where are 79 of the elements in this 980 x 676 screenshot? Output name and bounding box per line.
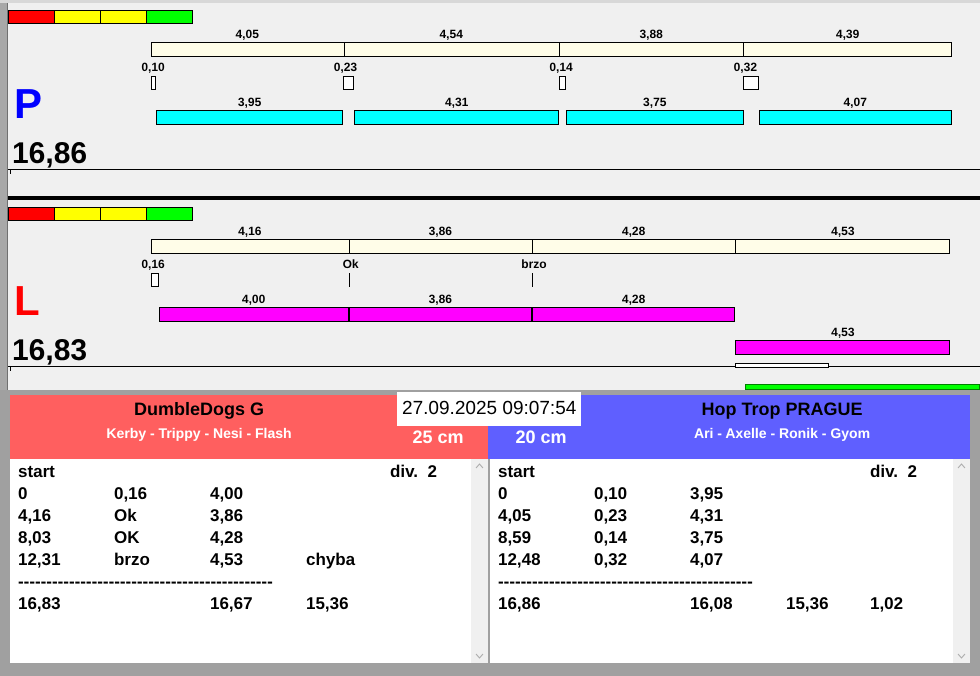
total-cell-text: 16,83 bbox=[18, 593, 62, 615]
result-cell-text: 4,53 bbox=[210, 549, 244, 571]
run-time: 4,31 bbox=[444, 94, 468, 111]
gap-marker bbox=[343, 76, 354, 90]
reference-time: 4,16 bbox=[238, 223, 262, 240]
lane-total: 16,86 bbox=[12, 139, 88, 169]
result-cell-text: 0,23 bbox=[594, 505, 628, 527]
reaction-label: 0,14 bbox=[549, 59, 573, 76]
tick-marker bbox=[532, 273, 533, 287]
gap-marker bbox=[151, 273, 159, 287]
team-name: Hop Trop PRAGUE bbox=[702, 398, 862, 421]
team-members: Ari - Axelle - Ronik - Gyom bbox=[694, 424, 870, 443]
result-cell-text: 4,07 bbox=[690, 549, 724, 571]
lane-letter: P bbox=[14, 83, 42, 125]
division-label: div. 2 bbox=[870, 461, 918, 483]
result-cell-text: 12,31 bbox=[18, 549, 62, 571]
reference-time: 4,54 bbox=[440, 26, 463, 43]
result-cell-text: 4,05 bbox=[498, 505, 532, 527]
result-cell-text: 0,32 bbox=[594, 549, 628, 571]
reference-time: 4,53 bbox=[831, 223, 854, 240]
separator-line: --------------------------------------------- bbox=[498, 571, 753, 593]
lane-total: 16,83 bbox=[12, 336, 88, 366]
team-members: Kerby - Trippy - Nesi - Flash bbox=[106, 424, 292, 443]
result-cell-text: brzo bbox=[114, 549, 151, 571]
result-cell-text: 0,16 bbox=[114, 483, 148, 505]
total-cell-text: 16,67 bbox=[210, 593, 254, 615]
jump-height: 25 cm bbox=[412, 426, 464, 449]
reference-time: 3,88 bbox=[640, 26, 663, 43]
gap-marker bbox=[151, 76, 156, 90]
result-cell-text: 3,86 bbox=[210, 505, 244, 527]
run-time: 4,00 bbox=[242, 291, 266, 308]
reference-time: 3,86 bbox=[428, 223, 452, 240]
result-cell-text: 4,28 bbox=[210, 527, 244, 549]
reaction-label: 0,16 bbox=[141, 256, 165, 273]
start-label: start bbox=[498, 461, 536, 483]
result-cell-text: 3,75 bbox=[690, 527, 724, 549]
date-time: 27.09.2025 09:07:54 bbox=[397, 392, 582, 426]
result-cell-text: 8,03 bbox=[18, 527, 52, 549]
run-time: 4,07 bbox=[844, 94, 867, 111]
result-cell-text: 4,16 bbox=[18, 505, 52, 527]
result-cell-text: chyba bbox=[306, 549, 356, 571]
result-cell-text: Ok bbox=[114, 505, 138, 527]
reference-time: 4,05 bbox=[236, 26, 259, 43]
result-cell-text: 0,10 bbox=[594, 483, 628, 505]
result-cell-text: 4,00 bbox=[210, 483, 244, 505]
result-cell-text: OK bbox=[114, 527, 140, 549]
reaction-label: 0,10 bbox=[141, 59, 165, 76]
result-cell-text: 12,48 bbox=[498, 549, 542, 571]
result-cell-text: 0 bbox=[18, 483, 28, 505]
jump-height: 20 cm bbox=[515, 426, 567, 449]
reaction-label: 0,32 bbox=[734, 59, 757, 76]
total-cell-text: 16,08 bbox=[690, 593, 734, 615]
total-cell-text: 15,36 bbox=[306, 593, 350, 615]
result-cell-text: 0 bbox=[498, 483, 508, 505]
result-cell-text: 4,31 bbox=[690, 505, 724, 527]
reaction-label: 0,23 bbox=[334, 59, 358, 76]
result-cell-text: 0,14 bbox=[594, 527, 628, 549]
start-label: start bbox=[18, 461, 56, 483]
result-cell-text: 8,59 bbox=[498, 527, 532, 549]
run-time: 3,95 bbox=[238, 94, 262, 111]
reference-time: 4,28 bbox=[622, 223, 646, 240]
run-time: 3,75 bbox=[643, 94, 666, 111]
total-cell-text: 1,02 bbox=[870, 593, 904, 615]
lane-letter: L bbox=[14, 280, 40, 322]
result-cell-text: 3,95 bbox=[690, 483, 724, 505]
separator-line: --------------------------------------------- bbox=[18, 571, 273, 593]
reference-time: 4,39 bbox=[836, 26, 860, 43]
reaction-label: Ok bbox=[342, 256, 359, 273]
run-time: 3,86 bbox=[428, 291, 452, 308]
total-cell-text: 16,86 bbox=[498, 593, 542, 615]
run-time: 4,28 bbox=[622, 291, 646, 308]
division-label: div. 2 bbox=[390, 461, 438, 483]
tick-marker bbox=[348, 273, 350, 287]
gap-marker bbox=[743, 76, 758, 90]
team-name: DumbleDogs G bbox=[134, 398, 264, 421]
gap-marker bbox=[559, 76, 566, 90]
reaction-label: brzo bbox=[521, 256, 547, 273]
run-time: 4,53 bbox=[831, 324, 854, 341]
total-cell-text: 15,36 bbox=[786, 593, 830, 615]
